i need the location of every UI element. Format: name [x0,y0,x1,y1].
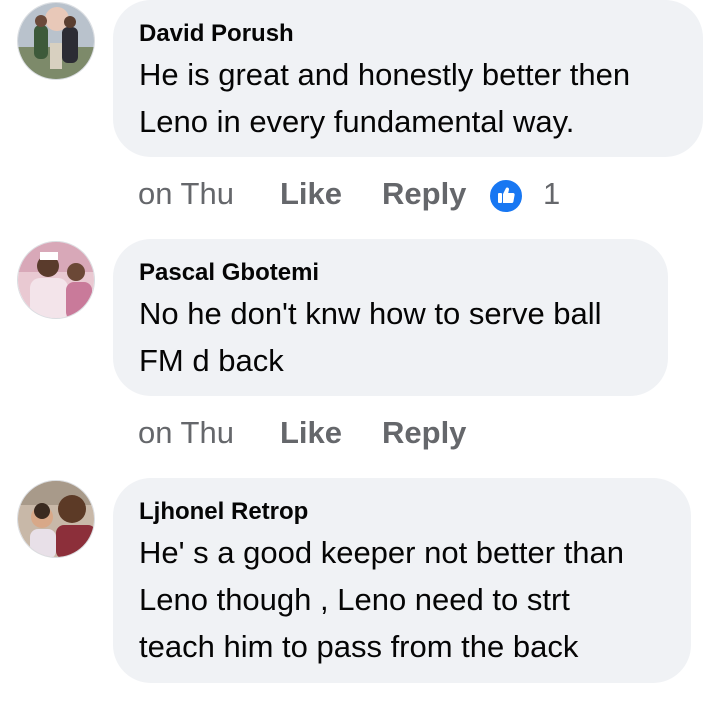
like-button[interactable]: Like [280,176,342,212]
reaction-count[interactable]: 1 [543,176,560,212]
avatar[interactable] [17,241,95,319]
like-icon[interactable] [488,178,524,214]
comment-bubble: Ljhonel Retrop He' s a good keeper not b… [113,478,691,683]
avatar-photo [18,3,94,79]
comment-timestamp[interactable]: on Thu [138,415,234,451]
comment-text-line: He' s a good keeper not better than [139,535,625,570]
comment-text-line: No he don't knw how to serve ball [139,296,602,331]
comment-text: He is great and honestly better then Len… [139,51,677,145]
comment-bubble: David Porush He is great and honestly be… [113,0,703,157]
comment-text-line: He is great and honestly better then [139,57,631,92]
avatar-photo [18,242,94,318]
comment-author[interactable]: Ljhonel Retrop [139,498,665,526]
comment-timestamp[interactable]: on Thu [138,176,234,212]
comment-author[interactable]: Pascal Gbotemi [139,259,642,287]
avatar[interactable] [17,2,95,80]
reply-button[interactable]: Reply [382,415,466,451]
comment-text: No he don't knw how to serve ball FM d b… [139,290,642,384]
comment-text-line: Leno in every fundamental way. [139,104,575,139]
comment-bubble: Pascal Gbotemi No he don't knw how to se… [113,239,668,396]
comment-text-line: FM d back [139,343,284,378]
comment-text: He' s a good keeper not better than Leno… [139,529,665,670]
avatar-photo [18,481,94,557]
comment-text-line: teach him to pass from the back [139,629,579,664]
comment-actions: on Thu Like Reply 1 [138,176,698,216]
avatar[interactable] [17,480,95,558]
reply-button[interactable]: Reply [382,176,466,212]
comment-text-line: Leno though , Leno need to strt [139,582,570,617]
comment-author[interactable]: David Porush [139,20,677,48]
comment-actions: on Thu Like Reply [138,415,538,455]
like-button[interactable]: Like [280,415,342,451]
